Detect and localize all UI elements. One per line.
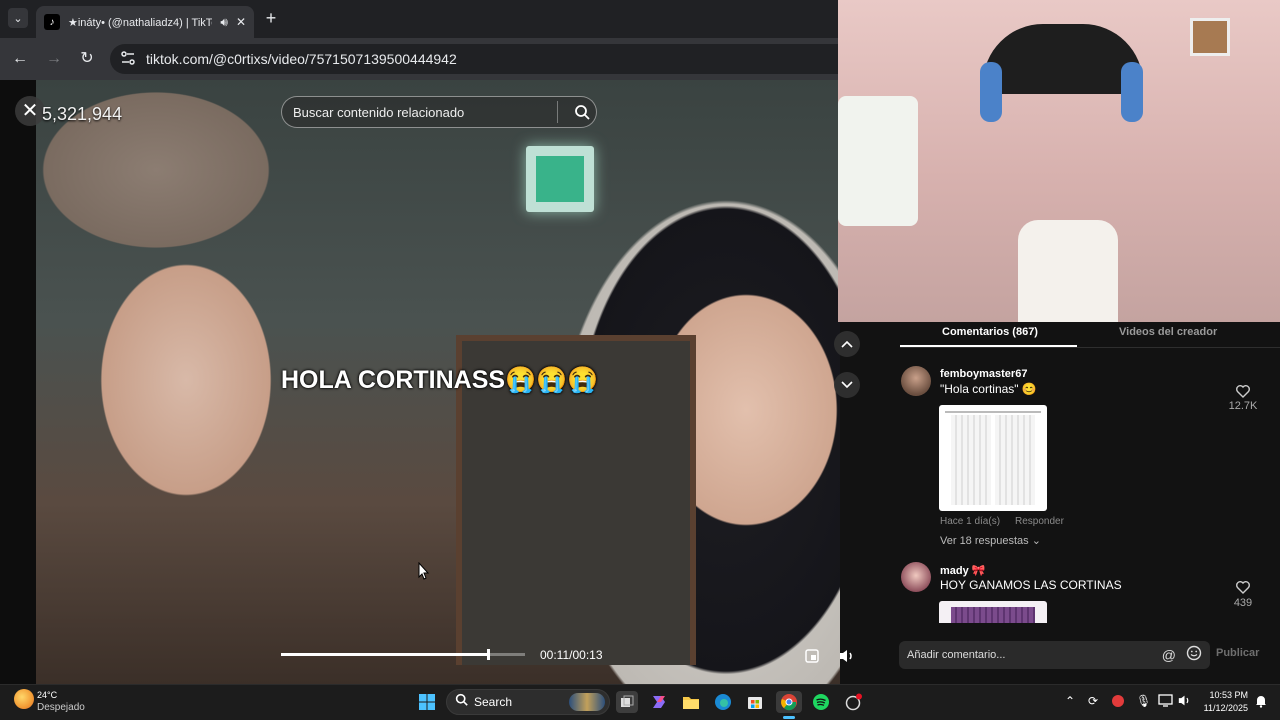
search-icon xyxy=(455,693,468,711)
related-search-bar[interactable]: Buscar contenido relacionado xyxy=(281,96,597,128)
webcam-microphone-shape xyxy=(838,96,918,226)
avatar[interactable] xyxy=(901,562,931,592)
add-comment-input[interactable]: Añadir comentario... @ xyxy=(899,641,1210,669)
tab-search-chevron-icon[interactable]: ⌄ xyxy=(8,8,28,28)
edge-icon[interactable] xyxy=(712,691,734,713)
curtain-purple-shape xyxy=(951,607,1035,623)
tray-sync-icon[interactable]: ⟳ xyxy=(1088,694,1098,708)
microphone-icon[interactable]: 🎙︎ xyxy=(1136,694,1151,708)
search-icon[interactable] xyxy=(568,98,596,126)
comment-text: "Hola cortinas" 😊 xyxy=(940,382,1037,396)
tab-comments[interactable]: Comentarios (867) xyxy=(942,326,1038,338)
video-progress-knob[interactable] xyxy=(487,649,491,660)
video-progress-fill xyxy=(281,653,489,656)
exit-sign-shape xyxy=(526,146,594,212)
video-timecode: 00:11/00:13 xyxy=(540,648,603,662)
webcam-picture-frame-shape xyxy=(1190,18,1230,56)
app-notification-icon[interactable] xyxy=(842,691,864,713)
url-text: tiktok.com/@c0rtixs/video/75715071395004… xyxy=(146,51,457,67)
chevron-down-icon: ⌄ xyxy=(1031,535,1041,547)
avatar[interactable] xyxy=(901,366,931,396)
comment-like-count: 12.7K xyxy=(1228,400,1258,412)
chrome-active-indicator xyxy=(783,716,795,719)
comment-text: HOY GANAMOS LAS CORTINAS xyxy=(940,578,1122,592)
comment-username[interactable]: femboymaster67 xyxy=(940,368,1027,380)
add-comment-placeholder: Añadir comentario... xyxy=(907,649,1006,661)
webcam-headphone-left-shape xyxy=(980,62,1002,122)
clock-time[interactable]: 10:53 PM xyxy=(1203,690,1248,700)
emoji-icon[interactable] xyxy=(1186,645,1202,666)
webcam-cap-shape xyxy=(983,24,1143,94)
close-video-button[interactable]: ✕ xyxy=(15,96,45,126)
comment-username[interactable]: mady 🎀 xyxy=(940,564,986,577)
curtain-right-shape xyxy=(995,415,1035,505)
reload-icon[interactable]: ↻ xyxy=(76,48,98,70)
webcam-overlay xyxy=(838,0,1280,322)
next-video-button[interactable] xyxy=(834,372,860,398)
weather-sun-icon[interactable] xyxy=(14,689,34,709)
video-caption: HOLA CORTINASS😭😭😭 xyxy=(281,366,599,394)
close-tab-icon[interactable]: ✕ xyxy=(236,15,246,29)
tiktok-favicon-icon: ♪ xyxy=(44,14,60,30)
comment-curtain-image[interactable] xyxy=(939,405,1047,511)
volume-icon[interactable] xyxy=(1177,694,1192,710)
new-tab-button[interactable]: + xyxy=(262,8,280,28)
network-icon[interactable] xyxy=(1158,694,1173,710)
microsoft-store-icon[interactable] xyxy=(744,691,766,713)
tab-creator-videos[interactable]: Videos del creador xyxy=(1119,326,1217,338)
comment-curtain-image[interactable] xyxy=(939,601,1047,623)
mouse-cursor-icon xyxy=(418,561,430,585)
reply-button[interactable]: Responder xyxy=(1015,516,1064,527)
related-search-placeholder: Buscar contenido relacionado xyxy=(293,104,465,120)
exit-sign-inner xyxy=(536,156,584,202)
tray-app-icon[interactable] xyxy=(1111,694,1125,711)
taskbar-search-box[interactable]: Search xyxy=(446,689,610,715)
task-view-icon[interactable] xyxy=(616,691,638,713)
back-arrow-icon[interactable]: ← xyxy=(9,48,31,70)
view-replies-label: Ver 18 respuestas xyxy=(940,535,1029,547)
spotify-icon[interactable] xyxy=(810,691,832,713)
browser-tab-tiktok[interactable]: ♪ ★ináty• (@nathaliadz4) | TikTok 🔊︎ ✕ xyxy=(36,6,254,38)
video-progress-bar[interactable] xyxy=(281,649,525,660)
webcam-headphone-right-shape xyxy=(1121,62,1143,122)
clock-date[interactable]: 11/12/2025 xyxy=(1195,703,1248,713)
webcam-shirt-shape xyxy=(1018,220,1118,322)
search-divider xyxy=(557,101,558,123)
taskbar-search-label: Search xyxy=(474,695,513,709)
curtain-left-shape xyxy=(951,415,991,505)
chrome-icon[interactable] xyxy=(776,691,802,713)
volume-icon[interactable] xyxy=(834,643,860,669)
comment-timestamp: Hace 1 día(s) xyxy=(940,516,1001,527)
site-info-icon[interactable] xyxy=(120,50,136,69)
view-count: 5,321,944 xyxy=(42,104,123,124)
copilot-icon[interactable] xyxy=(648,691,670,713)
file-explorer-icon[interactable] xyxy=(680,691,702,713)
mention-icon[interactable]: @ xyxy=(1162,647,1176,663)
forward-arrow-icon[interactable]: → xyxy=(43,48,65,70)
floating-player-icon[interactable] xyxy=(799,643,825,669)
search-highlight-icon xyxy=(569,693,605,711)
curtain-rod-shape xyxy=(945,411,1041,413)
publish-button[interactable]: Publicar xyxy=(1216,647,1259,659)
weather-temperature[interactable]: 24°C xyxy=(37,690,57,700)
tab-title: ★ináty• (@nathaliadz4) | TikTok xyxy=(68,16,213,29)
notification-bell-icon[interactable] xyxy=(1254,694,1268,711)
active-tab-indicator xyxy=(900,345,1077,347)
view-replies-link[interactable]: Ver 18 respuestas ⌄ xyxy=(940,534,1041,547)
tray-overflow-chevron-icon[interactable]: ⌃ xyxy=(1065,694,1075,708)
previous-video-button[interactable] xyxy=(834,331,860,357)
address-bar[interactable]: tiktok.com/@c0rtixs/video/75715071395004… xyxy=(110,44,838,74)
tabs-divider xyxy=(900,347,1280,348)
comment-like-count: 439 xyxy=(1233,597,1253,609)
speaker-icon[interactable]: 🔊︎ xyxy=(220,15,228,30)
windows-start-icon[interactable] xyxy=(416,691,438,713)
weather-description[interactable]: Despejado xyxy=(37,702,85,713)
